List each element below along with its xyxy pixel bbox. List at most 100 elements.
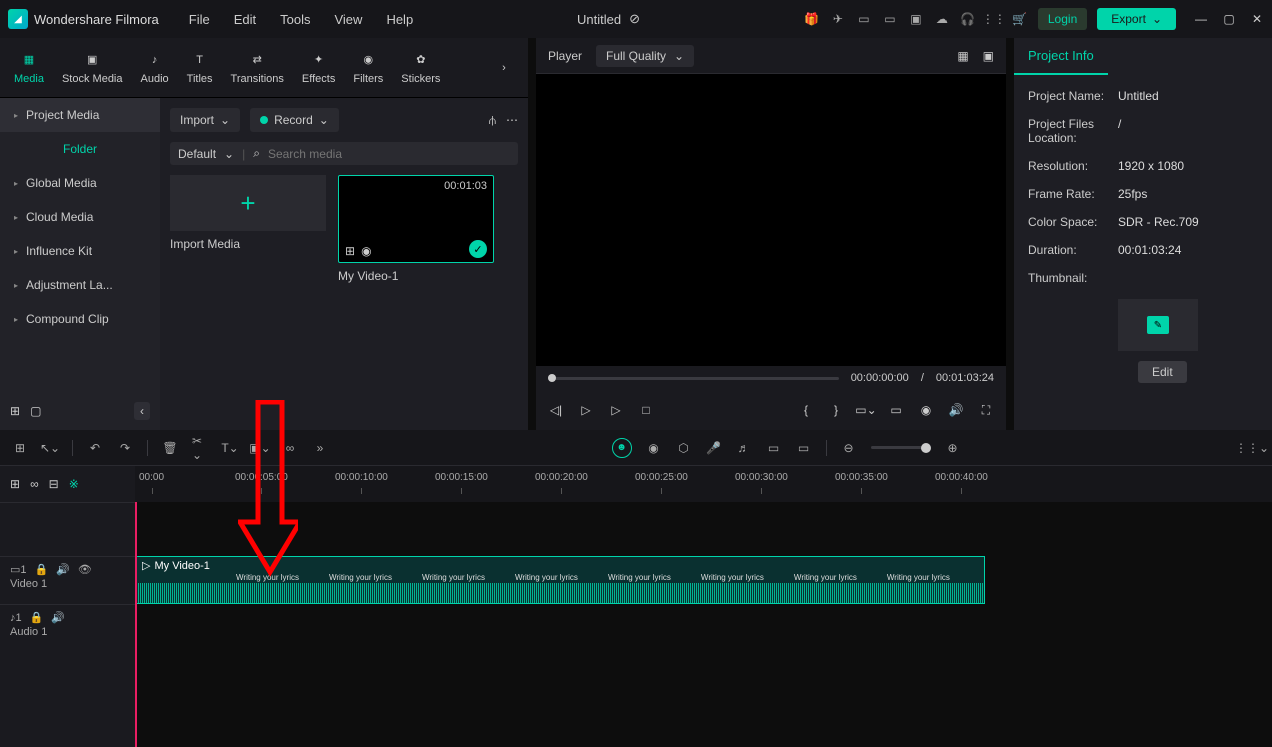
sidebar-item-project-media[interactable]: ▸Project Media: [0, 98, 160, 132]
sort-label[interactable]: Default: [178, 147, 216, 161]
tab-transitions[interactable]: ⇄Transitions: [231, 51, 284, 85]
edit-button[interactable]: Edit: [1138, 361, 1187, 383]
marker-button[interactable]: ⬡: [676, 440, 692, 456]
track-magnet-icon[interactable]: ⊟: [49, 477, 59, 491]
tab-effects[interactable]: ✦Effects: [302, 51, 335, 85]
color-button[interactable]: ◉: [646, 440, 662, 456]
screen-icon[interactable]: ▭: [882, 11, 898, 27]
maximize-button[interactable]: ▢: [1222, 12, 1236, 26]
caption-button[interactable]: ▭: [796, 440, 812, 456]
scrub-track[interactable]: [548, 377, 839, 380]
media-clip-card[interactable]: 00:01:03 ⊞◉ ✓ My Video-1: [338, 175, 494, 283]
timeline-clip[interactable]: ▷My Video-1 Writing your lyricsWriting y…: [135, 556, 985, 604]
zoom-out-button[interactable]: ⊖: [841, 440, 857, 456]
tabs-more[interactable]: ›: [494, 59, 514, 77]
layers-icon[interactable]: ▣: [908, 11, 924, 27]
record-button[interactable]: Record⌄: [250, 108, 339, 132]
project-info-tab[interactable]: Project Info: [1014, 38, 1108, 75]
ai-button[interactable]: ☻: [612, 438, 632, 458]
playhead[interactable]: [135, 502, 137, 747]
play-button[interactable]: ▷: [578, 402, 594, 418]
apps-icon[interactable]: ⋮⋮: [986, 11, 1002, 27]
more-icon[interactable]: ⋯: [506, 113, 518, 127]
fullscreen-button[interactable]: ⛶: [978, 402, 994, 418]
import-media-card[interactable]: + Import Media: [170, 175, 326, 283]
arrange-icon[interactable]: ⊞: [12, 440, 28, 456]
menu-file[interactable]: File: [189, 12, 210, 27]
link-button[interactable]: ∞: [282, 440, 298, 456]
close-button[interactable]: ✕: [1250, 12, 1264, 26]
export-button[interactable]: Export⌄: [1097, 8, 1176, 30]
sidebar-item-compound-clip[interactable]: ▸Compound Clip: [0, 302, 160, 336]
lock-icon[interactable]: 🔒: [35, 563, 49, 576]
track-options-button[interactable]: ⋮⋮⌄: [1244, 440, 1260, 456]
menu-view[interactable]: View: [334, 12, 362, 27]
mute-icon[interactable]: 🔊: [51, 611, 65, 624]
next-frame-button[interactable]: ▷: [608, 402, 624, 418]
minimize-button[interactable]: —: [1194, 12, 1208, 26]
tab-media[interactable]: ▦Media: [14, 51, 44, 85]
timeline-ruler[interactable]: 00:00 00:00:05:00 00:00:10:00 00:00:15:0…: [135, 466, 1272, 502]
track-add-icon[interactable]: ⊞: [10, 477, 20, 491]
tab-audio[interactable]: ♪Audio: [141, 51, 169, 85]
collapse-sidebar-button[interactable]: ‹: [134, 402, 150, 420]
sidebar-item-folder[interactable]: Folder: [0, 132, 160, 166]
menu-edit[interactable]: Edit: [234, 12, 256, 27]
snapshot-button[interactable]: ◉: [918, 402, 934, 418]
sidebar-item-influence-kit[interactable]: ▸Influence Kit: [0, 234, 160, 268]
split-button[interactable]: ✂⌄: [192, 440, 208, 456]
zoom-slider[interactable]: [871, 446, 931, 449]
grid-view-icon[interactable]: ▦: [957, 49, 968, 63]
menu-tools[interactable]: Tools: [280, 12, 310, 27]
delete-button[interactable]: 🗑: [162, 440, 178, 456]
sidebar-item-adjustment-layer[interactable]: ▸Adjustment La...: [0, 268, 160, 302]
prev-frame-button[interactable]: ◁|: [548, 402, 564, 418]
redo-button[interactable]: ↷: [117, 440, 133, 456]
track-link-icon[interactable]: ∞: [30, 477, 39, 491]
visibility-icon[interactable]: 👁: [78, 563, 92, 576]
tab-filters[interactable]: ◉Filters: [353, 51, 383, 85]
track-snap-icon[interactable]: ※: [69, 477, 79, 491]
voice-button[interactable]: 🎤: [706, 440, 722, 456]
mark-in-button[interactable]: {: [798, 402, 814, 418]
device-icon[interactable]: ▭: [856, 11, 872, 27]
player-viewport[interactable]: [536, 74, 1006, 366]
scrub-handle[interactable]: [548, 374, 556, 382]
lock-icon[interactable]: 🔒: [30, 611, 44, 624]
quality-dropdown[interactable]: Full Quality⌄: [596, 45, 694, 67]
stop-button[interactable]: □: [638, 402, 654, 418]
menu-help[interactable]: Help: [386, 12, 413, 27]
cart-icon[interactable]: 🛒: [1012, 11, 1028, 27]
mute-icon[interactable]: 🔊: [56, 563, 70, 576]
support-icon[interactable]: 🎧: [960, 11, 976, 27]
tab-titles[interactable]: TTitles: [187, 51, 213, 85]
tab-stock-media[interactable]: ▣Stock Media: [62, 51, 123, 85]
ratio-button[interactable]: ▭⌄: [858, 402, 874, 418]
zoom-handle[interactable]: [921, 443, 931, 453]
picture-icon[interactable]: ▣: [983, 49, 994, 63]
audio-mix-button[interactable]: ♬: [736, 440, 752, 456]
zoom-in-button[interactable]: ⊕: [945, 440, 961, 456]
send-icon[interactable]: ✈: [830, 11, 846, 27]
folder-icon[interactable]: ▢: [30, 404, 41, 418]
gift-icon[interactable]: 🎁: [804, 11, 820, 27]
volume-button[interactable]: 🔊: [948, 402, 964, 418]
cloud-icon[interactable]: ☁: [934, 11, 950, 27]
new-folder-icon[interactable]: ⊞: [10, 404, 20, 418]
sidebar-item-cloud-media[interactable]: ▸Cloud Media: [0, 200, 160, 234]
crop-button[interactable]: ▣⌄: [252, 440, 268, 456]
search-input[interactable]: [268, 147, 510, 161]
login-button[interactable]: Login: [1038, 8, 1087, 30]
thumbnail-edit-icon[interactable]: ✎: [1147, 316, 1169, 334]
more-tools-button[interactable]: »: [312, 440, 328, 456]
text-button[interactable]: T⌄: [222, 440, 238, 456]
import-button[interactable]: Import⌄: [170, 108, 240, 132]
timeline-canvas[interactable]: ▷My Video-1 Writing your lyricsWriting y…: [135, 502, 1272, 747]
sidebar-item-global-media[interactable]: ▸Global Media: [0, 166, 160, 200]
filter-icon[interactable]: ⫛: [489, 113, 496, 128]
tab-stickers[interactable]: ✿Stickers: [401, 51, 440, 85]
cursor-icon[interactable]: ↖⌄: [42, 440, 58, 456]
display-button[interactable]: ▭: [888, 402, 904, 418]
mark-out-button[interactable]: }: [828, 402, 844, 418]
record-screen-button[interactable]: ▭: [766, 440, 782, 456]
